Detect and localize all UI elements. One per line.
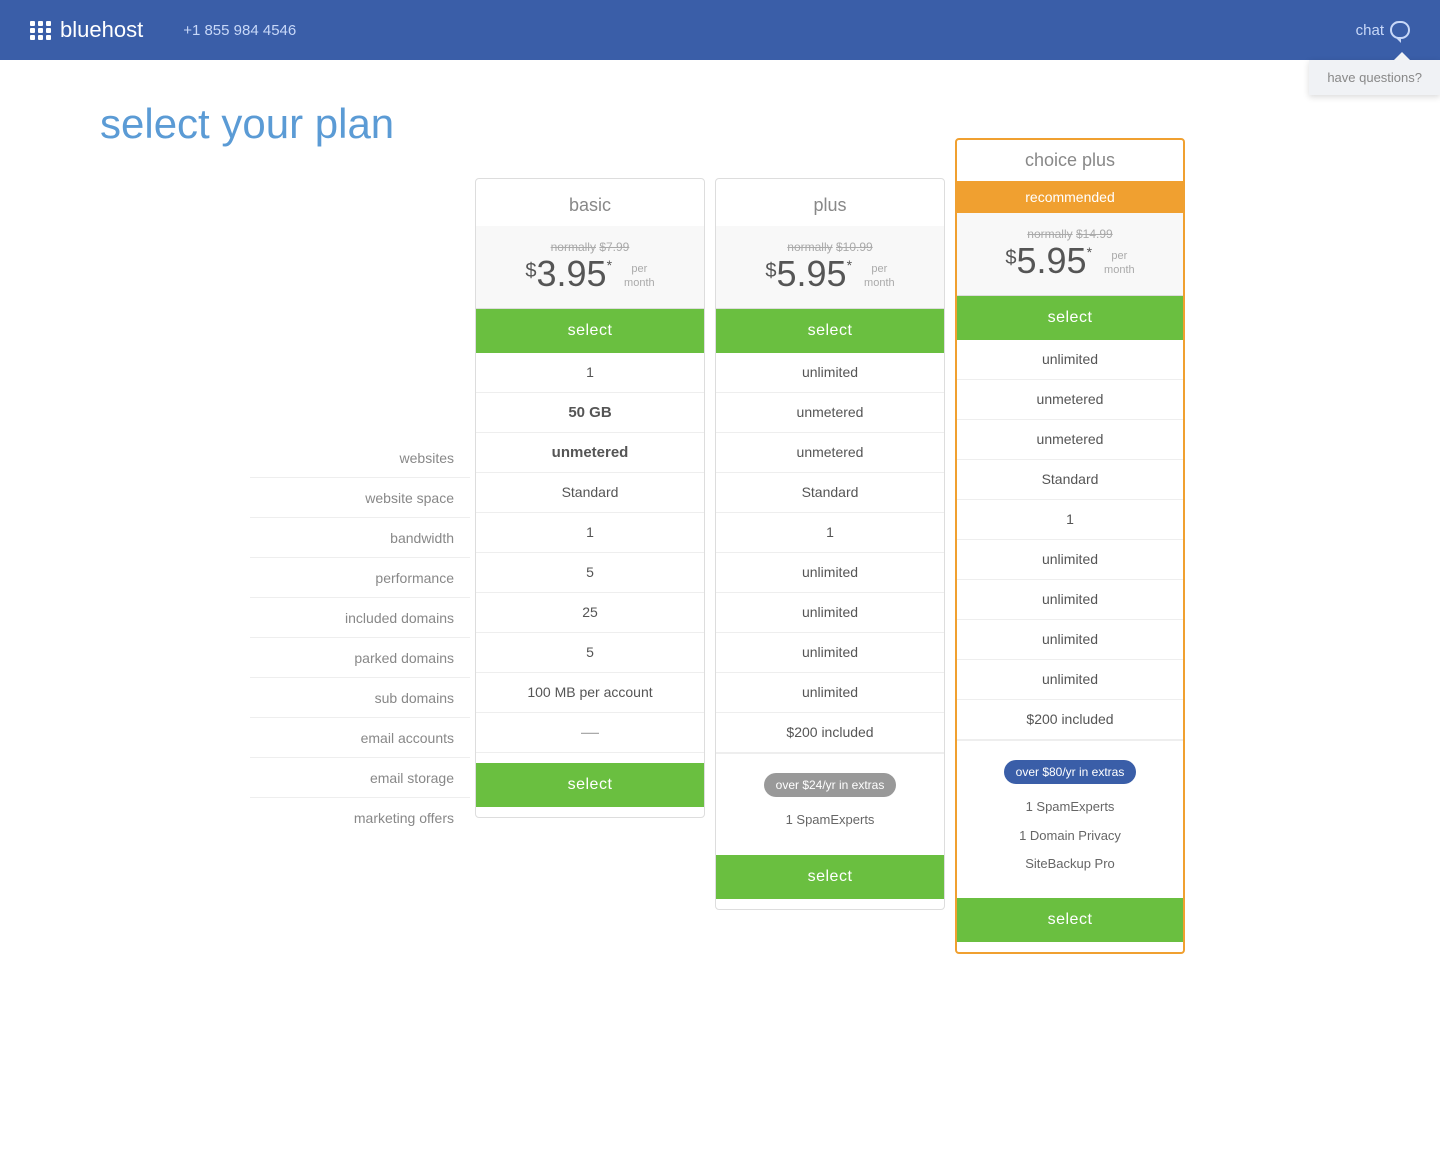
plan-choice-plus-select-top[interactable]: select xyxy=(957,296,1183,340)
label-email-accounts: email accounts xyxy=(250,718,470,758)
label-email-storage: email storage xyxy=(250,758,470,798)
plan-choice-plus-bottom: select xyxy=(957,888,1183,952)
choice-plus-website-space: unmetered xyxy=(957,380,1183,420)
plan-basic-bottom: select xyxy=(476,753,704,817)
plus-extras-badge: over $24/yr in extras xyxy=(716,764,944,807)
choice-plus-extras: over $80/yr in extras 1 SpamExperts 1 Do… xyxy=(957,740,1183,888)
plan-plus-select-bottom[interactable]: select xyxy=(716,855,944,899)
plus-email-storage: unlimited xyxy=(716,673,944,713)
basic-performance: Standard xyxy=(476,473,704,513)
plan-plus: plus normally $10.99 $5.95* permonth sel… xyxy=(715,178,945,910)
chat-bubble-icon xyxy=(1390,21,1410,39)
page-title-area: select your plan xyxy=(0,60,1440,178)
plus-performance: Standard xyxy=(716,473,944,513)
plan-choice-plus-price: $5.95* permonth xyxy=(967,241,1173,281)
choice-plus-parked-domains: unlimited xyxy=(957,540,1183,580)
choice-plus-bandwidth: unmetered xyxy=(957,420,1183,460)
plus-bandwidth: unmetered xyxy=(716,433,944,473)
label-websites: websites xyxy=(250,438,470,478)
label-included-domains: included domains xyxy=(250,598,470,638)
plan-choice-plus-name: choice plus xyxy=(957,140,1183,181)
choice-plus-extras-item2: 1 Domain Privacy xyxy=(957,822,1183,850)
plus-extras-item1: 1 SpamExperts xyxy=(716,806,944,834)
plus-included-domains: 1 xyxy=(716,513,944,553)
choice-plus-extras-item1: 1 SpamExperts xyxy=(957,793,1183,821)
basic-bandwidth: unmetered xyxy=(476,433,704,473)
label-parked-domains: parked domains xyxy=(250,638,470,678)
plan-basic-normally: normally $7.99 xyxy=(486,240,694,254)
basic-sub-domains: 25 xyxy=(476,593,704,633)
plan-basic: basic normally $7.99 $3.95* permonth sel… xyxy=(475,178,705,818)
choice-plus-included-domains: 1 xyxy=(957,500,1183,540)
choice-plus-sub-domains: unlimited xyxy=(957,580,1183,620)
plan-plus-select-top[interactable]: select xyxy=(716,309,944,353)
plan-basic-price-area: normally $7.99 $3.95* permonth xyxy=(476,226,704,309)
basic-websites: 1 xyxy=(476,353,704,393)
plus-email-accounts: unlimited xyxy=(716,633,944,673)
basic-email-accounts: 5 xyxy=(476,633,704,673)
plan-plus-price: $5.95* permonth xyxy=(726,254,934,294)
feature-labels-column: websites website space bandwidth perform… xyxy=(250,178,470,838)
header: bluehost +1 855 984 4546 chat have quest… xyxy=(0,0,1440,60)
plan-plus-name: plus xyxy=(716,179,944,226)
plan-plus-normally: normally $10.99 xyxy=(726,240,934,254)
plan-choice-plus-per: permonth xyxy=(1104,249,1135,278)
basic-email-storage: 100 MB per account xyxy=(476,673,704,713)
choice-plus-email-storage: unlimited xyxy=(957,660,1183,700)
plus-website-space: unmetered xyxy=(716,393,944,433)
basic-parked-domains: 5 xyxy=(476,553,704,593)
choice-plus-email-accounts: unlimited xyxy=(957,620,1183,660)
logo: bluehost xyxy=(30,17,163,43)
plan-basic-name: basic xyxy=(476,179,704,226)
basic-marketing-offers: — xyxy=(476,713,704,753)
chat-label: chat xyxy=(1356,22,1384,39)
plans-container: websites website space bandwidth perform… xyxy=(0,178,1440,1014)
plan-plus-price-area: normally $10.99 $5.95* permonth xyxy=(716,226,944,309)
choice-plus-extras-badge: over $80/yr in extras xyxy=(957,751,1183,794)
plan-basic-select-top[interactable]: select xyxy=(476,309,704,353)
label-sub-domains: sub domains xyxy=(250,678,470,718)
plus-parked-domains: unlimited xyxy=(716,553,944,593)
label-performance: performance xyxy=(250,558,470,598)
label-marketing-offers: marketing offers xyxy=(250,798,470,838)
label-bandwidth: bandwidth xyxy=(250,518,470,558)
plan-basic-per: permonth xyxy=(624,262,655,291)
choice-plus-marketing-offers: $200 included xyxy=(957,700,1183,740)
basic-included-domains: 1 xyxy=(476,513,704,553)
phone-number[interactable]: +1 855 984 4546 xyxy=(183,22,296,39)
recommended-badge: recommended xyxy=(957,181,1183,213)
plus-sub-domains: unlimited xyxy=(716,593,944,633)
logo-grid-icon xyxy=(30,21,52,40)
plan-basic-price: $3.95* permonth xyxy=(486,254,694,294)
plan-choice-plus: choice plus recommended normally $14.99 … xyxy=(955,138,1185,954)
label-website-space: website space xyxy=(250,478,470,518)
have-questions-tooltip: have questions? xyxy=(1309,60,1440,95)
plus-websites: unlimited xyxy=(716,353,944,393)
plan-choice-plus-select-bottom[interactable]: select xyxy=(957,898,1183,942)
plan-basic-select-bottom[interactable]: select xyxy=(476,763,704,807)
choice-plus-extras-item3: SiteBackup Pro xyxy=(957,850,1183,878)
choice-plus-websites: unlimited xyxy=(957,340,1183,380)
logo-text: bluehost xyxy=(60,17,143,43)
basic-website-space: 50 GB xyxy=(476,393,704,433)
plan-choice-plus-price-area: normally $14.99 $5.95* permonth xyxy=(957,213,1183,296)
choice-plus-performance: Standard xyxy=(957,460,1183,500)
plan-plus-bottom: select xyxy=(716,845,944,909)
plus-extras: over $24/yr in extras 1 SpamExperts xyxy=(716,753,944,845)
plus-marketing-offers: $200 included xyxy=(716,713,944,753)
plan-choice-plus-normally: normally $14.99 xyxy=(967,227,1173,241)
plan-plus-per: permonth xyxy=(864,262,895,291)
chat-button[interactable]: chat xyxy=(1356,21,1410,39)
